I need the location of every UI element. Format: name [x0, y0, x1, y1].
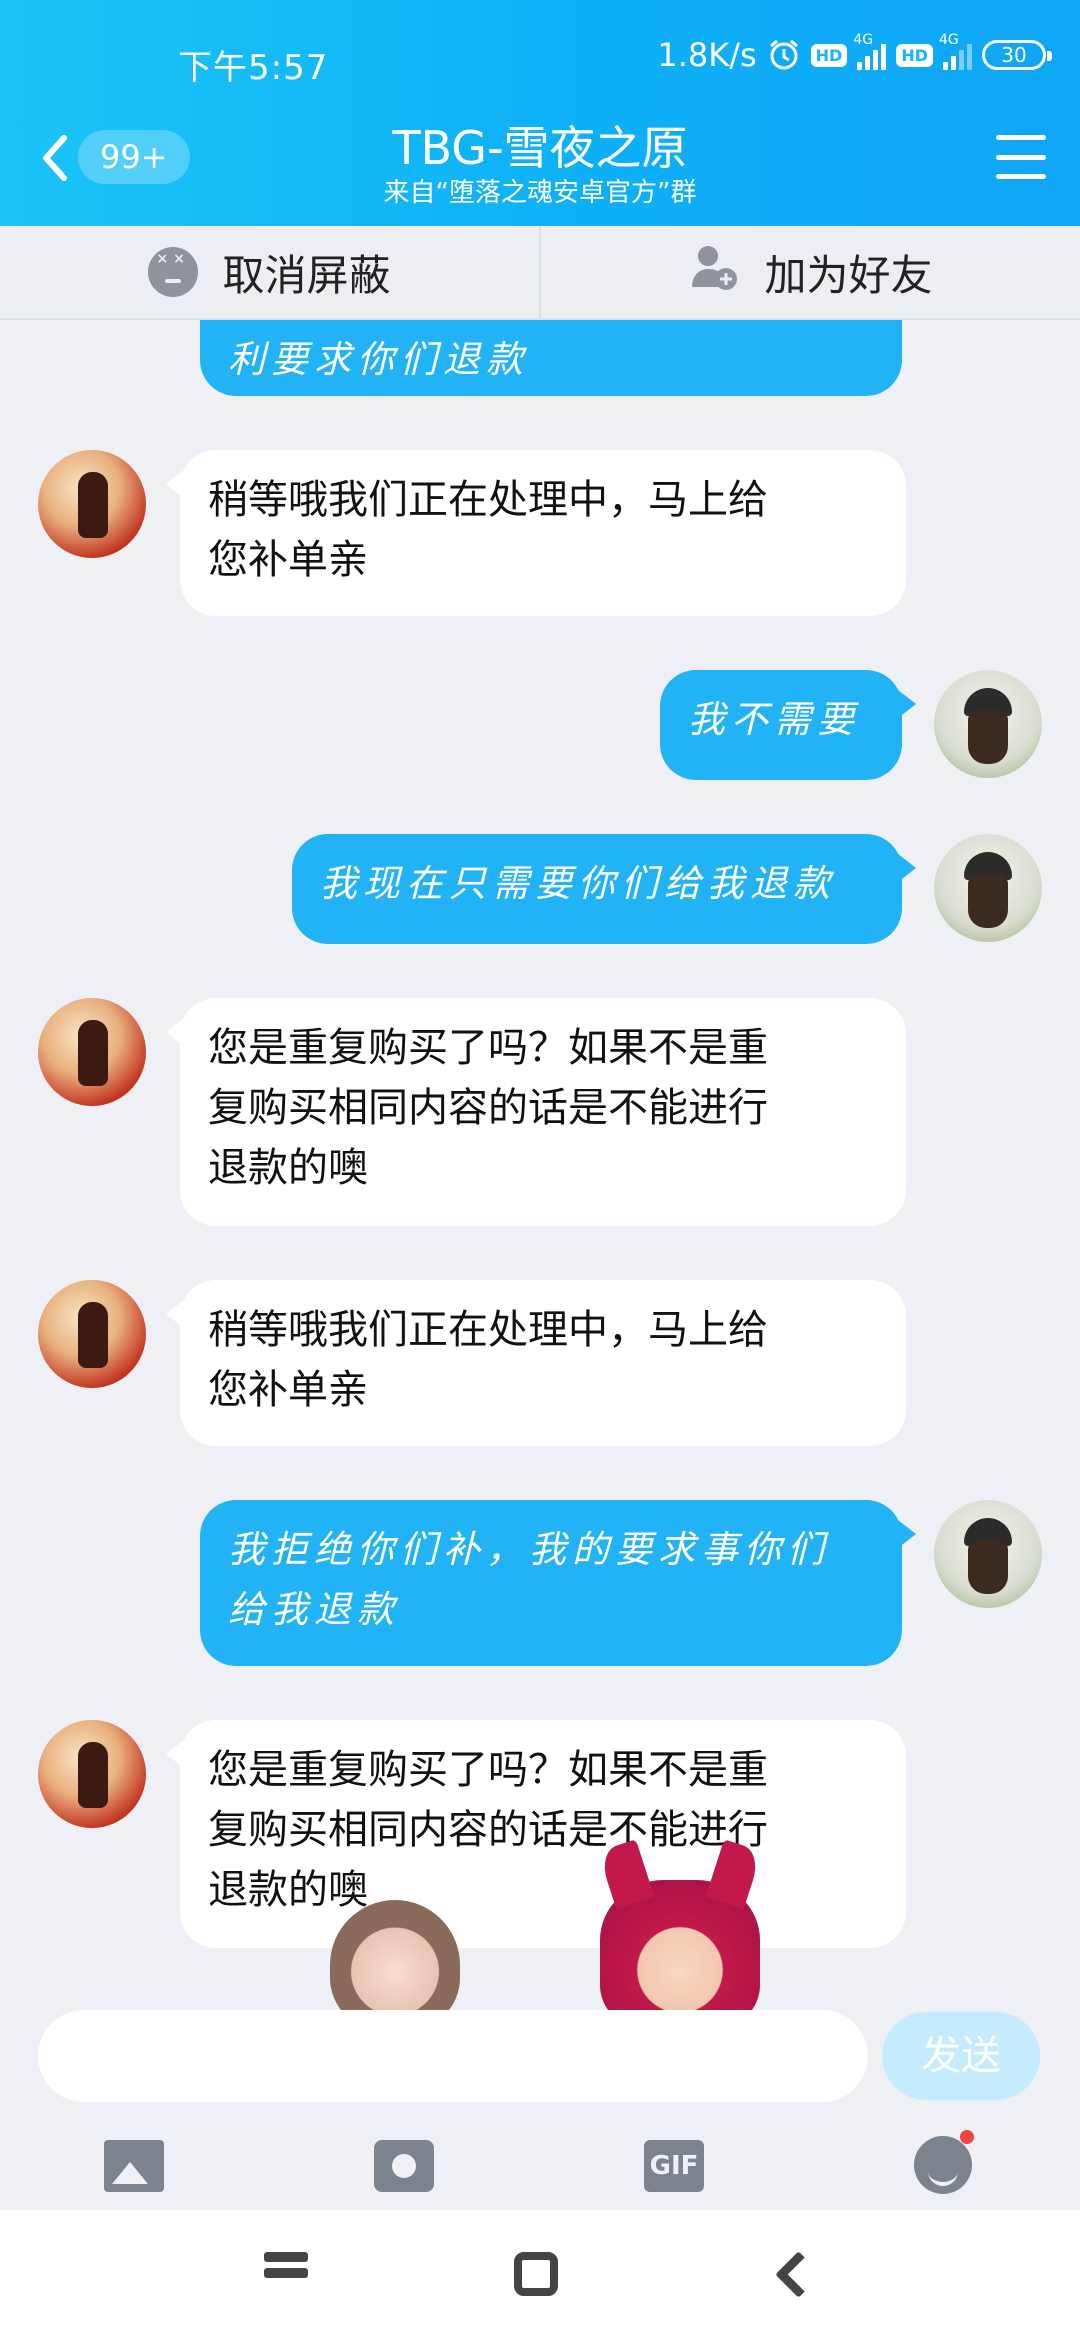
message-text-line: 复购买相同内容的话是不能进行 — [208, 1085, 768, 1131]
gif-icon[interactable]: GIF — [644, 2140, 704, 2192]
camera-icon[interactable] — [374, 2140, 434, 2192]
hd-icon: HD — [896, 43, 933, 67]
unblock-icon — [148, 247, 199, 297]
message-text-line: 退款的噢 — [208, 1145, 368, 1191]
message-text-line: 复购买相同内容的话是不能进行 — [208, 1807, 768, 1853]
message-bubble[interactable]: 利要求你们退款 — [200, 320, 902, 396]
emoji-icon[interactable] — [914, 2130, 974, 2194]
message-text-line: 您补单亲 — [208, 537, 368, 583]
recent-apps-icon[interactable] — [264, 2252, 308, 2296]
avatar[interactable] — [38, 998, 146, 1106]
add-friend-button[interactable]: 加为好友 — [539, 226, 1080, 318]
message-bubble[interactable]: 您是重复购买了吗？如果不是重 复购买相同内容的话是不能进行 退款的噢 — [166, 998, 906, 1226]
message-text-line: 您是重复购买了吗？如果不是重 — [208, 1025, 768, 1071]
message-bubble[interactable]: 我拒绝你们补，我的要求事你们 给我退款 — [200, 1500, 916, 1666]
unblock-button[interactable]: 取消屏蔽 — [0, 226, 539, 318]
message-text: 利要求你们退款 — [228, 338, 529, 381]
system-nav-bar — [0, 2210, 1080, 2340]
add-friend-label: 加为好友 — [764, 250, 933, 300]
signal-icon: 4G — [853, 32, 887, 70]
avatar[interactable] — [934, 834, 1042, 942]
battery-icon: 30 — [982, 40, 1052, 70]
message-text: 我不需要 — [688, 698, 860, 741]
chat-header: 下午5:57 1.8K/s HD 4G HD 4G 30 99+ TBG-雪夜之… — [0, 0, 1080, 226]
message-bubble[interactable]: 稍等哦我们正在处理中，马上给 您补单亲 — [166, 1280, 906, 1446]
message-text-line: 您补单亲 — [208, 1367, 368, 1413]
menu-icon[interactable] — [996, 135, 1046, 179]
avatar[interactable] — [38, 1720, 146, 1828]
message-text: 我现在只需要你们给我退款 — [320, 862, 836, 905]
unblock-label: 取消屏蔽 — [222, 250, 391, 300]
status-time: 下午5:57 — [178, 48, 329, 88]
status-bar: 下午5:57 1.8K/s HD 4G HD 4G 30 — [0, 0, 1080, 110]
message-text-line: 我拒绝你们补，我的要求事你们 — [228, 1528, 830, 1571]
alarm-icon — [767, 38, 801, 72]
net-speed: 1.8K/s — [657, 36, 757, 74]
avatar[interactable] — [38, 450, 146, 558]
message-bubble[interactable]: 稍等哦我们正在处理中，马上给 您补单亲 — [166, 450, 906, 616]
message-text-line: 稍等哦我们正在处理中，马上给 — [208, 1307, 768, 1353]
back-nav-icon[interactable] — [772, 2252, 816, 2296]
action-bar: 取消屏蔽 加为好友 — [0, 226, 1080, 320]
signal-icon: 4G — [939, 32, 972, 70]
message-text-line: 您是重复购买了吗？如果不是重 — [208, 1747, 768, 1793]
chat-title: TBG-雪夜之原 — [392, 121, 688, 175]
chat-subtitle: 来自“堕落之魂安卓官方”群 — [383, 178, 697, 208]
message-list[interactable]: 利要求你们退款 稍等哦我们正在处理中，马上给 您补单亲 我不需要 我现在只需要你… — [0, 320, 1080, 2010]
send-button[interactable]: 发送 — [882, 2012, 1040, 2100]
hd-icon: HD — [810, 43, 848, 67]
message-bubble[interactable]: 我不需要 — [660, 670, 916, 780]
avatar[interactable] — [38, 1280, 146, 1388]
message-text-line: 稍等哦我们正在处理中，马上给 — [208, 477, 768, 523]
message-item: 利要求你们退款 — [0, 320, 1080, 400]
message-bubble[interactable]: 我现在只需要你们给我退款 — [292, 834, 916, 944]
message-text-line: 退款的噢 — [208, 1867, 368, 1913]
add-friend-icon — [688, 241, 740, 303]
message-input[interactable] — [38, 2010, 868, 2102]
input-bar: 发送 GIF — [0, 2010, 1080, 2210]
avatar[interactable] — [934, 670, 1042, 778]
image-icon[interactable] — [104, 2140, 164, 2192]
status-icons: 1.8K/s HD 4G HD 4G 30 — [657, 32, 1052, 74]
toolbar: GIF — [0, 2122, 1080, 2210]
home-icon[interactable] — [514, 2252, 558, 2296]
avatar[interactable] — [934, 1500, 1042, 1608]
message-text-line: 给我退款 — [228, 1588, 400, 1631]
message-bubble[interactable]: 您是重复购买了吗？如果不是重 复购买相同内容的话是不能进行 退款的噢 — [166, 1720, 906, 1948]
